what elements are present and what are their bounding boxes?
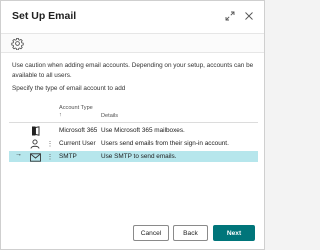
- row-details: Use SMTP to send emails.: [101, 153, 177, 160]
- table-row[interactable]: ⋮ Current User Users send emails from th…: [9, 138, 258, 149]
- row-details: Use Microsoft 365 mailboxes.: [101, 127, 185, 134]
- dialog-toolbar: [1, 33, 264, 53]
- row-account-type: Current User: [59, 140, 96, 147]
- envelope-icon: [29, 152, 41, 162]
- back-button[interactable]: Back: [173, 225, 208, 241]
- row-menu-icon[interactable]: ⋮: [47, 138, 54, 149]
- gear-icon[interactable]: [10, 36, 25, 51]
- row-account-type: SMTP: [59, 153, 77, 160]
- table-header: Account Type ↑ Details: [9, 100, 258, 123]
- current-row-arrow-icon: →: [15, 151, 22, 158]
- table-row[interactable]: Microsoft 365 Use Microsoft 365 mailboxe…: [9, 125, 258, 136]
- row-details: Users send emails from their sign-in acc…: [101, 140, 229, 147]
- person-icon: [29, 139, 41, 149]
- cancel-button[interactable]: Cancel: [133, 225, 169, 241]
- account-type-table: Account Type ↑ Details Microsoft 365 Use…: [9, 100, 258, 225]
- row-account-type: Microsoft 365: [59, 127, 98, 134]
- column-header-account-type[interactable]: Account Type ↑: [59, 105, 93, 119]
- dialog-titlebar: Set Up Email: [1, 1, 264, 33]
- set-up-email-dialog: Set Up Email Use caution when adding ema…: [0, 0, 265, 250]
- microsoft365-icon: [29, 126, 41, 136]
- close-icon[interactable]: [241, 8, 257, 24]
- next-button[interactable]: Next: [213, 225, 255, 241]
- caution-text: Use caution when adding email accounts. …: [12, 62, 254, 79]
- table-row-selected[interactable]: → ⋮ SMTP Use SMTP to send emails.: [9, 151, 258, 162]
- column-header-details[interactable]: Details: [101, 113, 118, 120]
- row-menu-icon[interactable]: ⋮: [47, 151, 54, 162]
- specify-text: Specify the type of email account to add: [12, 85, 126, 92]
- dialog-title: Set Up Email: [12, 10, 77, 22]
- expand-icon[interactable]: [222, 8, 238, 24]
